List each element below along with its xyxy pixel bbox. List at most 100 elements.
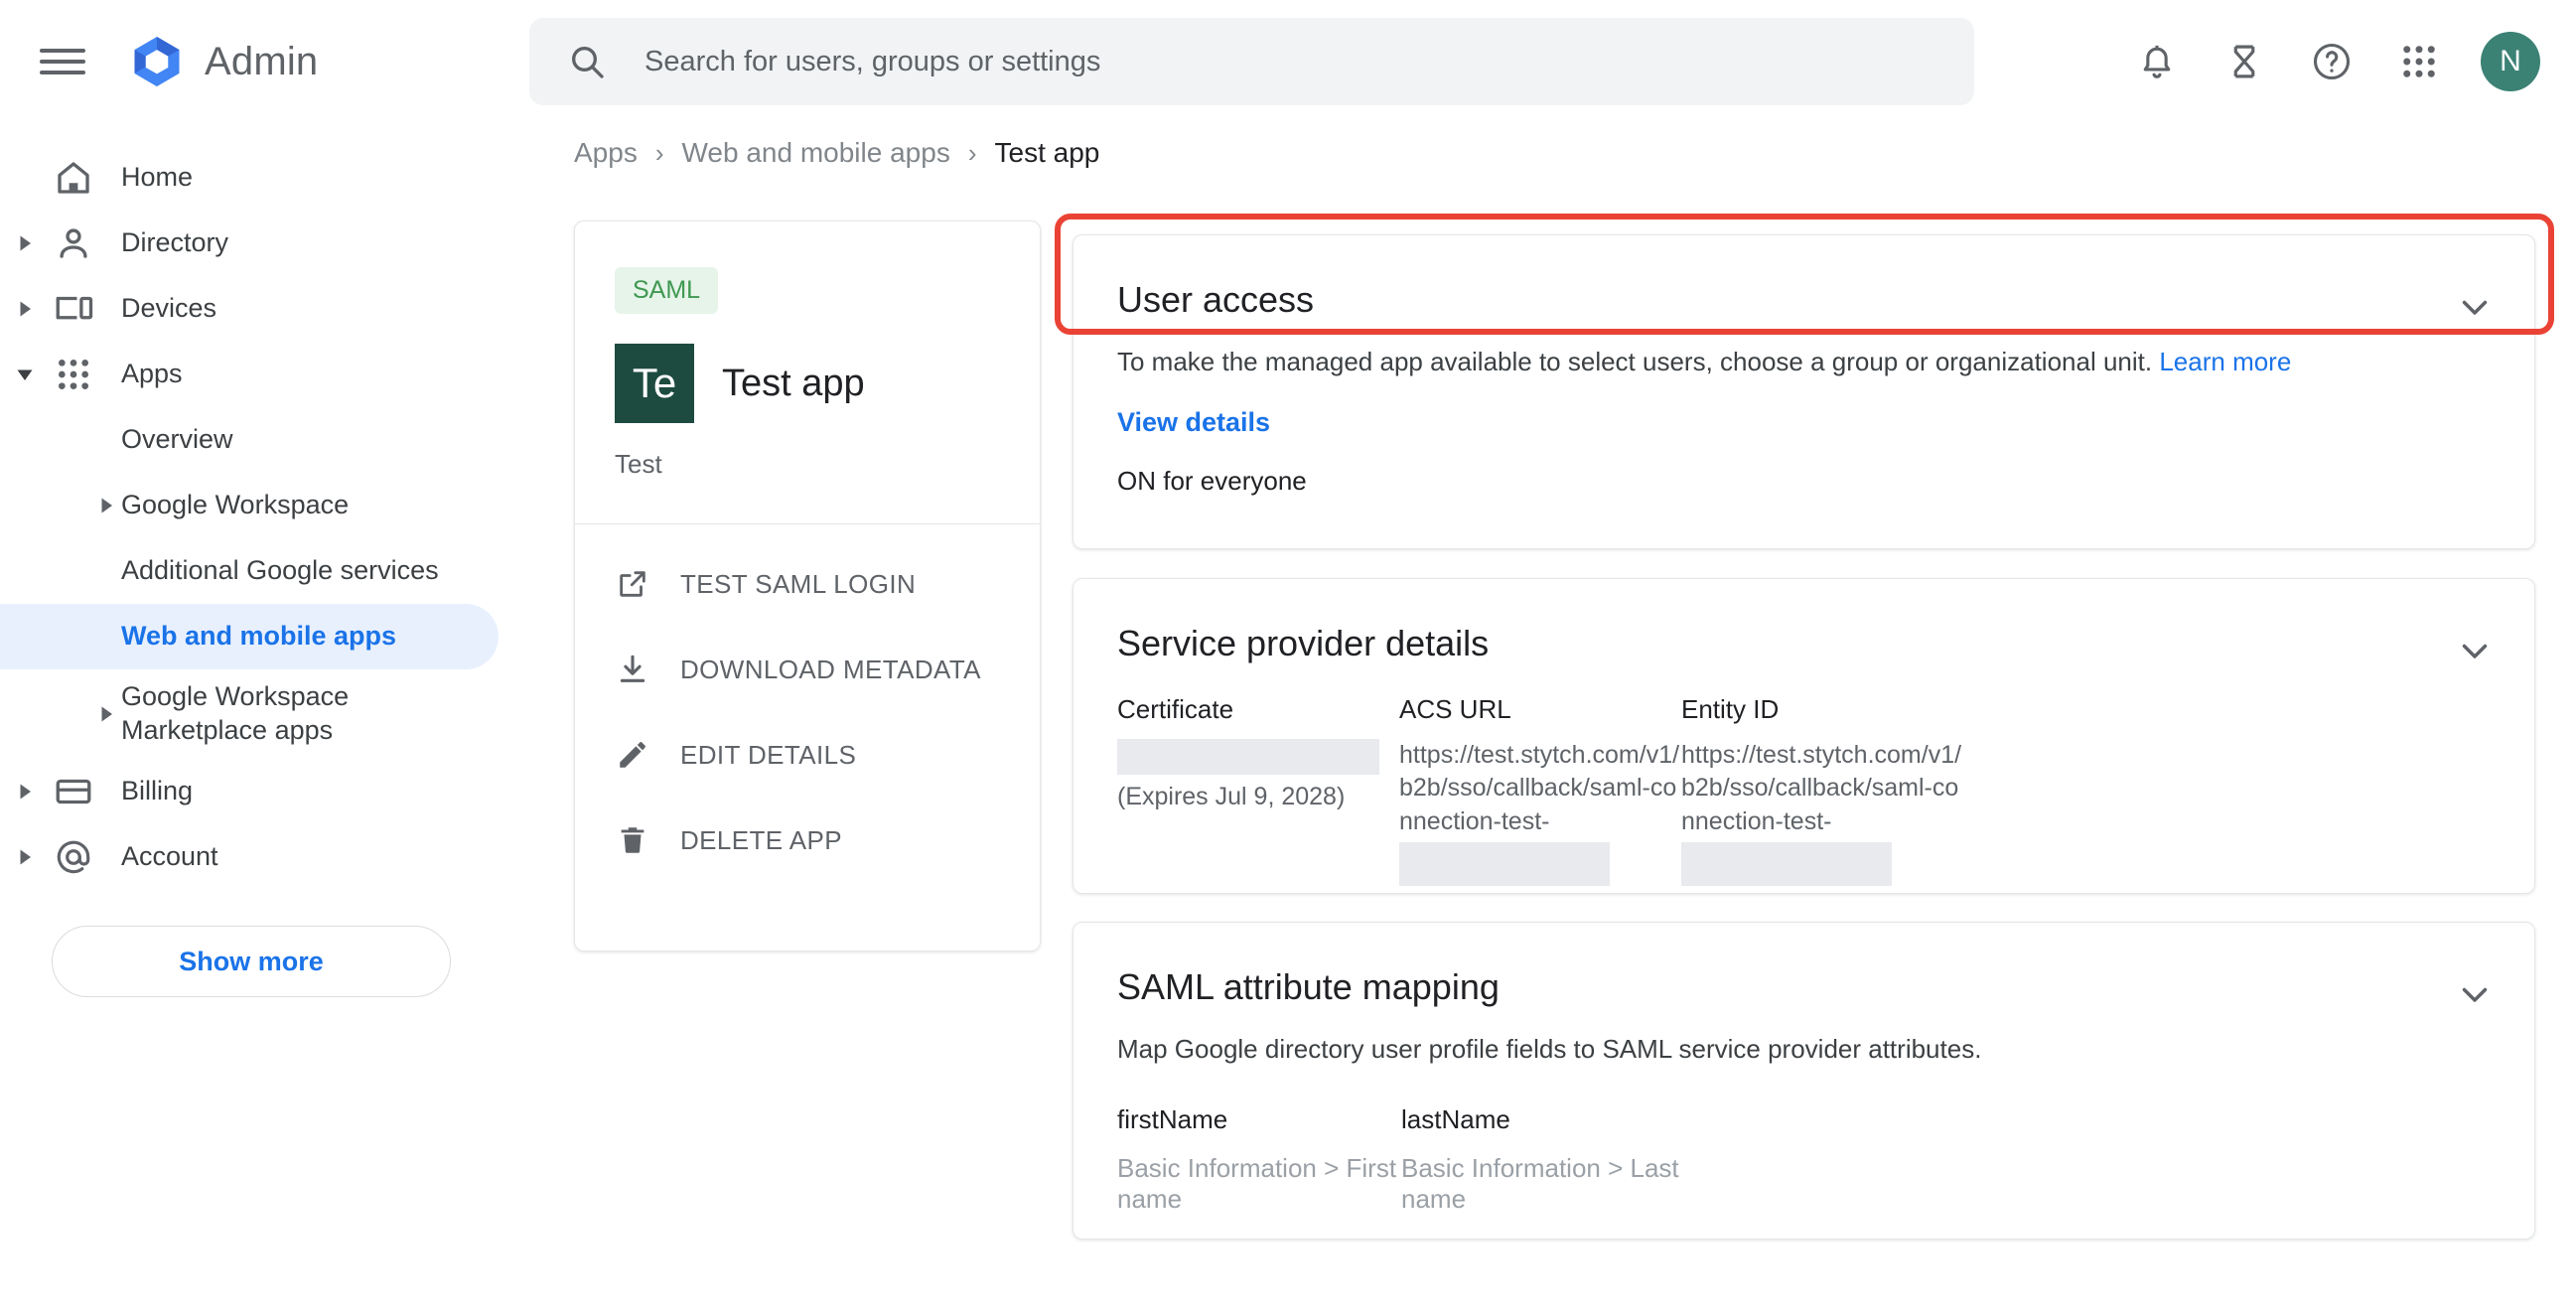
show-more-button[interactable]: Show more <box>52 926 451 997</box>
certificate-field: Certificate (Expires Jul 9, 2028) <box>1117 694 1399 886</box>
sidebar-item-label: Additional Google services <box>121 555 439 586</box>
sidebar-item-label: Apps <box>121 359 183 389</box>
user-access-description-text: To make the managed app available to sel… <box>1117 347 2153 376</box>
chevron-down-icon[interactable] <box>2455 287 2495 327</box>
sidebar-item-web-and-mobile-apps[interactable]: Web and mobile apps <box>0 604 499 669</box>
sidebar-item-devices[interactable]: Devices <box>0 276 516 342</box>
apps-grid-icon <box>52 353 95 396</box>
user-access-title: User access <box>1117 279 1315 320</box>
app-summary-card: SAML Te Test app Test TEST SAML LOGIN DO… <box>574 220 1041 951</box>
attribute-name: lastName <box>1401 1104 1510 1134</box>
download-metadata-button[interactable]: DOWNLOAD METADATA <box>615 644 1040 695</box>
sidebar-item-label: Google Workspace Marketplace apps <box>121 681 350 745</box>
action-label: TEST SAML LOGIN <box>680 568 917 599</box>
sidebar-item-directory[interactable]: Directory <box>0 211 516 276</box>
attribute-item-firstname: firstName Basic Information > First name <box>1117 1104 1401 1215</box>
chevron-right-icon[interactable] <box>95 495 117 516</box>
devices-icon <box>52 287 95 331</box>
chevron-down-icon[interactable] <box>2455 631 2495 670</box>
sidebar-item-label: Account <box>121 841 218 872</box>
avatar[interactable]: N <box>2481 32 2540 91</box>
field-label: ACS URL <box>1399 694 1511 724</box>
saml-attribute-mapping-card: SAML attribute mapping Map Google direct… <box>1073 922 2535 1240</box>
sidebar-item-label: Web and mobile apps <box>121 621 397 652</box>
breadcrumb-item-current: Test app <box>994 137 1100 168</box>
chevron-down-icon[interactable] <box>2455 974 2495 1014</box>
chevron-down-icon[interactable] <box>14 364 36 385</box>
view-details-link[interactable]: View details <box>1117 407 1270 438</box>
field-value: https://test.stytch.com/v1/b2b/sso/callb… <box>1681 741 1962 835</box>
app-subtitle: Test <box>615 449 662 479</box>
sidebar-item-label: Home <box>121 162 194 193</box>
hamburger-menu-icon[interactable] <box>40 43 85 80</box>
brand[interactable]: Admin <box>127 32 318 91</box>
at-sign-icon <box>52 835 95 879</box>
sidebar-item-google-workspace-marketplace-apps[interactable]: Google Workspace Marketplace apps <box>0 669 516 759</box>
app-header: Te Test app <box>615 344 1040 423</box>
chevron-right-icon[interactable] <box>14 846 36 868</box>
user-access-status: ON for everyone <box>1117 466 1307 496</box>
sidebar-item-label: Google Workspace <box>121 490 350 520</box>
action-label: DELETE APP <box>680 824 842 855</box>
sidebar-item-apps[interactable]: Apps <box>0 342 516 407</box>
entity-id-field: Entity ID https://test.stytch.com/v1/b2b… <box>1681 694 1963 886</box>
download-icon <box>615 652 650 687</box>
apps-grid-icon[interactable] <box>2393 36 2445 87</box>
sidebar-item-label: Overview <box>121 424 233 455</box>
field-label: Entity ID <box>1681 694 1780 724</box>
credit-card-icon <box>52 770 95 813</box>
help-question-icon[interactable] <box>2306 36 2358 87</box>
test-saml-login-button[interactable]: TEST SAML LOGIN <box>615 558 1040 610</box>
top-app-bar: Admin Search for users, groups or settin… <box>0 0 2576 123</box>
status-badge: SAML <box>615 267 719 314</box>
learn-more-link[interactable]: Learn more <box>2159 347 2291 376</box>
search-icon <box>567 42 607 81</box>
chevron-right-icon[interactable] <box>14 298 36 320</box>
divider <box>575 523 1040 524</box>
certificate-expiry: (Expires Jul 9, 2028) <box>1117 783 1346 810</box>
service-provider-title: Service provider details <box>1117 623 1490 663</box>
hourglass-icon[interactable] <box>2218 36 2270 87</box>
sidebar-item-account[interactable]: Account <box>0 824 516 890</box>
sidebar-item-google-workspace[interactable]: Google Workspace <box>0 473 516 538</box>
person-icon <box>52 221 95 265</box>
sidebar-item-overview[interactable]: Overview <box>0 407 516 473</box>
breadcrumb-separator: › <box>654 137 664 168</box>
attribute-mapping-description: Map Google directory user profile fields… <box>1117 1034 1982 1064</box>
action-label: EDIT DETAILS <box>680 739 857 770</box>
delete-app-button[interactable]: DELETE APP <box>615 814 1040 866</box>
home-icon <box>52 156 95 200</box>
attribute-value: Basic Information > First name <box>1117 1153 1397 1214</box>
chevron-right-icon[interactable] <box>14 781 36 803</box>
breadcrumb: Apps › Web and mobile apps › Test app <box>574 137 1099 169</box>
chevron-right-icon[interactable] <box>95 703 117 725</box>
user-access-card: User access To make the managed app avai… <box>1073 234 2535 549</box>
search-bar[interactable] <box>529 18 1974 105</box>
sidebar-item-home[interactable]: Home <box>0 145 516 211</box>
chevron-right-icon[interactable] <box>14 232 36 254</box>
brand-name: Admin <box>205 39 319 83</box>
open-in-new-icon <box>615 566 650 602</box>
sidebar-item-label: Billing <box>121 776 194 806</box>
edit-details-button[interactable]: EDIT DETAILS <box>615 729 1040 781</box>
service-provider-fields: Certificate (Expires Jul 9, 2028) ACS UR… <box>1117 694 2534 886</box>
pencil-edit-icon <box>615 737 650 773</box>
action-label: DOWNLOAD METADATA <box>680 654 981 684</box>
sidebar-nav: Home Directory Devices Apps Overview Goo… <box>0 123 516 1315</box>
breadcrumb-separator: › <box>967 137 977 168</box>
attribute-name: firstName <box>1117 1104 1228 1134</box>
top-bar-icon-group: N <box>2131 0 2540 123</box>
sidebar-item-additional-google-services[interactable]: Additional Google services <box>0 538 516 604</box>
redacted-value <box>1117 739 1379 775</box>
attribute-mapping-title: SAML attribute mapping <box>1117 966 1500 1007</box>
redacted-value <box>1399 841 1610 886</box>
notifications-bell-icon[interactable] <box>2131 36 2183 87</box>
sidebar-item-billing[interactable]: Billing <box>0 759 516 824</box>
search-input[interactable] <box>643 38 1834 85</box>
sidebar-item-label: Devices <box>121 293 217 324</box>
field-value: https://test.stytch.com/v1/b2b/sso/callb… <box>1399 741 1680 835</box>
user-access-description: To make the managed app available to sel… <box>1117 347 2534 377</box>
breadcrumb-item-web-and-mobile-apps[interactable]: Web and mobile apps <box>682 137 950 169</box>
breadcrumb-item-apps[interactable]: Apps <box>574 137 638 169</box>
field-label: Certificate <box>1117 694 1234 724</box>
